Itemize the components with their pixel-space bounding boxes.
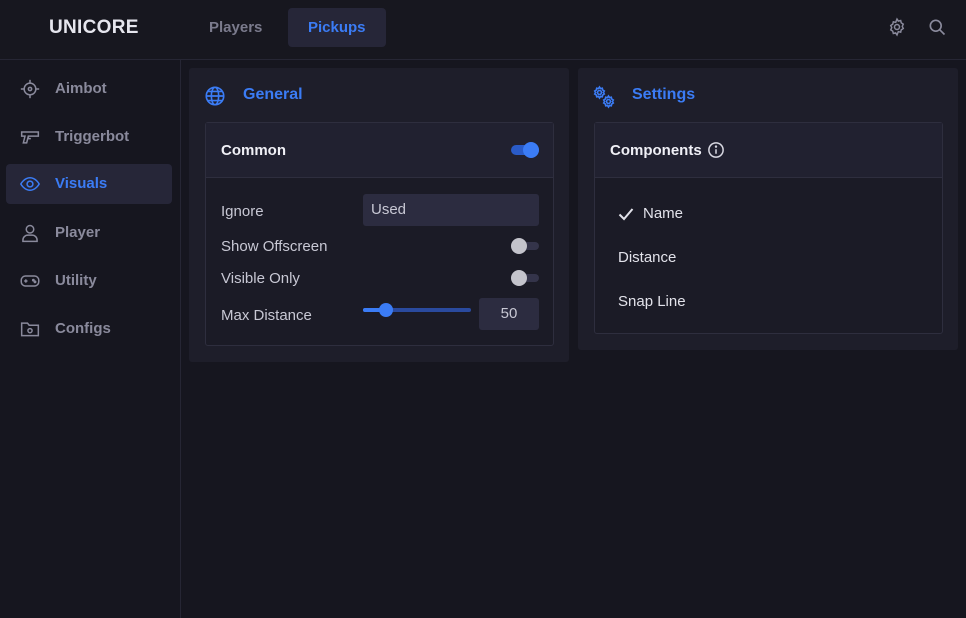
- user-icon: [22, 224, 38, 243]
- max-distance-input[interactable]: 50: [479, 298, 539, 330]
- folder-gear-icon: [20, 322, 40, 337]
- tab-players[interactable]: Players: [189, 8, 282, 47]
- components-card: Components Name Distance Snap Line: [594, 122, 943, 334]
- components-card-header: Components: [595, 123, 942, 178]
- gears-icon: [593, 85, 615, 109]
- sidebar-item-label: Aimbot: [55, 80, 107, 97]
- common-title: Common: [221, 142, 286, 159]
- components-title: Components: [610, 142, 702, 159]
- sidebar-item-label: Configs: [55, 320, 111, 337]
- common-toggle[interactable]: [511, 142, 539, 158]
- tab-pickups[interactable]: Pickups: [288, 8, 386, 47]
- toggle-knob: [511, 270, 527, 286]
- search-icon[interactable]: [927, 17, 947, 37]
- sidebar-item-utility[interactable]: Utility: [6, 261, 172, 301]
- sidebar-item-player[interactable]: Player: [6, 213, 172, 253]
- toggle-knob: [511, 238, 527, 254]
- show-offscreen-label: Show Offscreen: [221, 238, 328, 255]
- show-offscreen-toggle[interactable]: [511, 238, 539, 254]
- component-item-name[interactable]: Name: [643, 205, 683, 222]
- slider-knob[interactable]: [379, 303, 393, 317]
- general-panel: General Common Ignore Used Show Offscree…: [189, 68, 569, 362]
- sidebar-item-aimbot[interactable]: Aimbot: [6, 69, 172, 109]
- globe-icon: [205, 86, 225, 106]
- sidebar-item-label: Triggerbot: [55, 128, 130, 145]
- ignore-select[interactable]: Used: [363, 194, 539, 226]
- max-distance-slider[interactable]: [363, 302, 471, 318]
- sidebar: Aimbot Triggerbot Visuals Player Utility…: [0, 60, 181, 618]
- gun-icon: [20, 131, 40, 144]
- check-icon: [618, 208, 634, 221]
- settings-panel: Settings Components Name Distance Snap L…: [578, 68, 958, 350]
- eye-icon: [20, 176, 40, 192]
- common-card-header: Common: [206, 123, 553, 178]
- max-distance-label: Max Distance: [221, 307, 312, 324]
- sidebar-item-label: Utility: [55, 272, 97, 289]
- component-item-snap-line[interactable]: Snap Line: [618, 293, 686, 310]
- visible-only-toggle[interactable]: [511, 270, 539, 286]
- ignore-label: Ignore: [221, 203, 264, 220]
- crosshair-icon: [20, 79, 40, 99]
- common-card: Common Ignore Used Show Offscreen Visibl…: [205, 122, 554, 346]
- info-icon[interactable]: [707, 141, 725, 159]
- visible-only-label: Visible Only: [221, 270, 300, 287]
- settings-title: Settings: [632, 86, 696, 103]
- sidebar-item-label: Visuals: [55, 175, 108, 192]
- sidebar-item-triggerbot[interactable]: Triggerbot: [6, 117, 172, 157]
- sidebar-item-label: Player: [55, 224, 101, 241]
- sidebar-item-configs[interactable]: Configs: [6, 309, 172, 349]
- app-logo: UNICORE: [49, 17, 139, 38]
- component-item-distance[interactable]: Distance: [618, 249, 676, 266]
- gear-icon[interactable]: [887, 17, 907, 37]
- toggle-knob: [523, 142, 539, 158]
- general-title: General: [243, 86, 303, 103]
- top-bar: UNICORE Players Pickups: [0, 0, 966, 60]
- sidebar-item-visuals[interactable]: Visuals: [6, 164, 172, 204]
- gamepad-icon: [20, 275, 40, 287]
